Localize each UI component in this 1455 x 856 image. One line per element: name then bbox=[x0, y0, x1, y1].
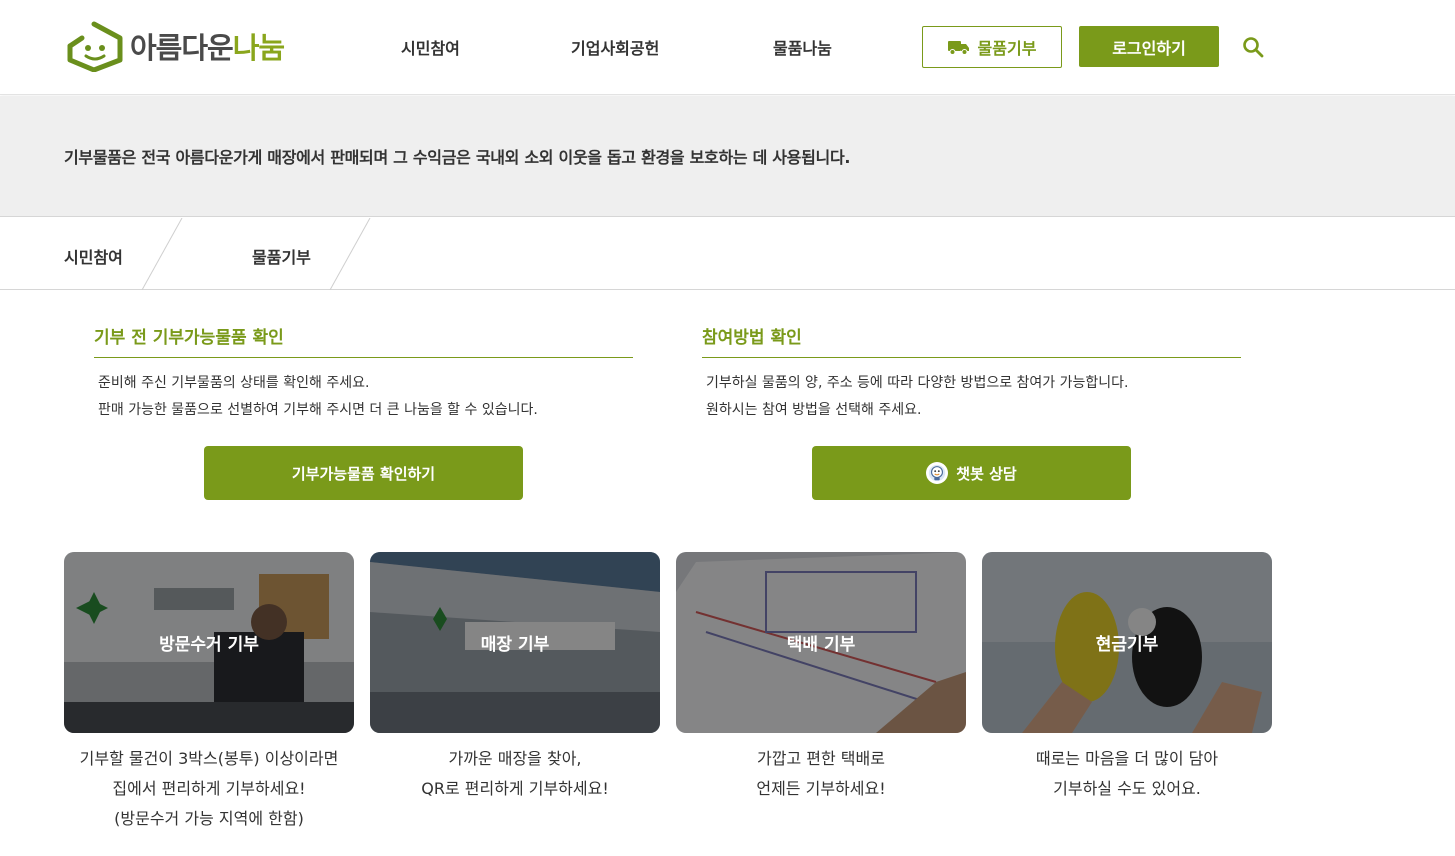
card-desc-line: (방문수거 가능 지역에 한함) bbox=[114, 809, 304, 828]
card-label: 현금기부 bbox=[1095, 635, 1159, 655]
card-desc-line: 가깝고 편한 택배로 bbox=[757, 749, 885, 768]
card-desc-line: 가까운 매장을 찾아, bbox=[448, 749, 582, 768]
card-cash-donation[interactable]: 현금기부 bbox=[982, 552, 1272, 733]
card-desc-store: 가까운 매장을 찾아, QR로 편리하게 기부하세요! bbox=[370, 744, 660, 804]
breadcrumb-item-goods-donation[interactable]: 물품기부 bbox=[252, 244, 311, 268]
donate-goods-label: 물품기부 bbox=[977, 39, 1037, 58]
check-donatable-goods-button[interactable]: 기부가능물품 확인하기 bbox=[204, 446, 523, 500]
card-parcel-donation[interactable]: 택배 기부 bbox=[676, 552, 966, 733]
search-icon bbox=[1243, 37, 1264, 58]
section-title-participation: 참여방법 확인 bbox=[702, 328, 802, 348]
nav-goods-sharing[interactable]: 물품나눔 bbox=[773, 35, 832, 59]
breadcrumb-divider bbox=[329, 218, 371, 290]
section-desc-line: 원하시는 참여 방법을 선택해 주세요. bbox=[706, 402, 922, 418]
card-desc-pickup: 기부할 물건이 3박스(봉투) 이상이라면 집에서 편리하게 기부하세요! (방… bbox=[64, 744, 354, 834]
card-store-donation[interactable]: 매장 기부 bbox=[370, 552, 660, 733]
breadcrumb-item-citizen[interactable]: 시민참여 bbox=[64, 244, 123, 268]
chatbot-icon bbox=[926, 462, 949, 484]
site-logo[interactable]: 아름다운나눔 bbox=[64, 20, 285, 72]
card-desc-line: 기부할 물건이 3박스(봉투) 이상이라면 bbox=[79, 749, 339, 768]
logo-text: 아름다운나눔 bbox=[130, 25, 285, 67]
section-desc-line: 기부하실 물품의 양, 주소 등에 따라 다양한 방법으로 참여가 가능합니다. bbox=[706, 375, 1129, 391]
logo-text-part1: 아름다운 bbox=[130, 31, 234, 65]
section-desc-line: 판매 가능한 물품으로 선별하여 기부해 주시면 더 큰 나눔을 할 수 있습니… bbox=[98, 402, 538, 418]
site-header: 아름다운나눔 시민참여 기업사회공헌 물품나눔 물품기부 로그인하기 bbox=[0, 0, 1455, 95]
card-label: 매장 기부 bbox=[480, 635, 550, 655]
card-desc-parcel: 가깝고 편한 택배로 언제든 기부하세요! bbox=[676, 744, 966, 804]
section-desc-participation: 기부하실 물품의 양, 주소 등에 따라 다양한 방법으로 참여가 가능합니다.… bbox=[706, 370, 1128, 424]
nav-corporate[interactable]: 기업사회공헌 bbox=[571, 35, 659, 59]
search-button[interactable] bbox=[1242, 36, 1266, 60]
banner-text: 기부물품은 전국 아름다운가게 매장에서 판매되며 그 수익금은 국내외 소외 … bbox=[64, 148, 851, 167]
section-divider bbox=[94, 357, 633, 358]
info-banner: 기부물품은 전국 아름다운가게 매장에서 판매되며 그 수익금은 국내외 소외 … bbox=[0, 96, 1455, 217]
breadcrumb-divider bbox=[141, 218, 183, 290]
card-label: 택배 기부 bbox=[786, 635, 856, 655]
card-desc-line: 기부하실 수도 있어요. bbox=[1053, 779, 1201, 798]
chatbot-consult-label: 챗봇 상담 bbox=[956, 464, 1017, 483]
breadcrumb: 시민참여 물품기부 bbox=[0, 218, 1455, 290]
card-label: 방문수거 기부 bbox=[159, 635, 259, 655]
logo-text-part2: 나눔 bbox=[232, 31, 285, 65]
card-pickup-donation[interactable]: 방문수거 기부 bbox=[64, 552, 354, 733]
truck-icon bbox=[947, 41, 969, 55]
login-button[interactable]: 로그인하기 bbox=[1079, 26, 1219, 67]
nav-citizen[interactable]: 시민참여 bbox=[401, 35, 460, 59]
card-desc-cash: 때로는 마음을 더 많이 담아 기부하실 수도 있어요. bbox=[982, 744, 1272, 804]
donate-goods-button[interactable]: 물품기부 bbox=[922, 26, 1062, 68]
card-desc-line: 때로는 마음을 더 많이 담아 bbox=[1035, 749, 1219, 768]
card-desc-line: 언제든 기부하세요! bbox=[756, 779, 886, 798]
section-desc-line: 준비해 주신 기부물품의 상태를 확인해 주세요. bbox=[98, 375, 370, 391]
section-desc-check-goods: 준비해 주신 기부물품의 상태를 확인해 주세요. 판매 가능한 물품으로 선별… bbox=[98, 370, 538, 424]
section-divider bbox=[702, 357, 1241, 358]
card-desc-line: QR로 편리하게 기부하세요! bbox=[421, 779, 609, 798]
section-title-check-goods: 기부 전 기부가능물품 확인 bbox=[94, 328, 284, 348]
logo-icon bbox=[67, 21, 123, 72]
chatbot-consult-button[interactable]: 챗봇 상담 bbox=[812, 446, 1131, 500]
check-donatable-goods-label: 기부가능물품 확인하기 bbox=[291, 464, 436, 483]
card-desc-line: 집에서 편리하게 기부하세요! bbox=[112, 779, 306, 798]
